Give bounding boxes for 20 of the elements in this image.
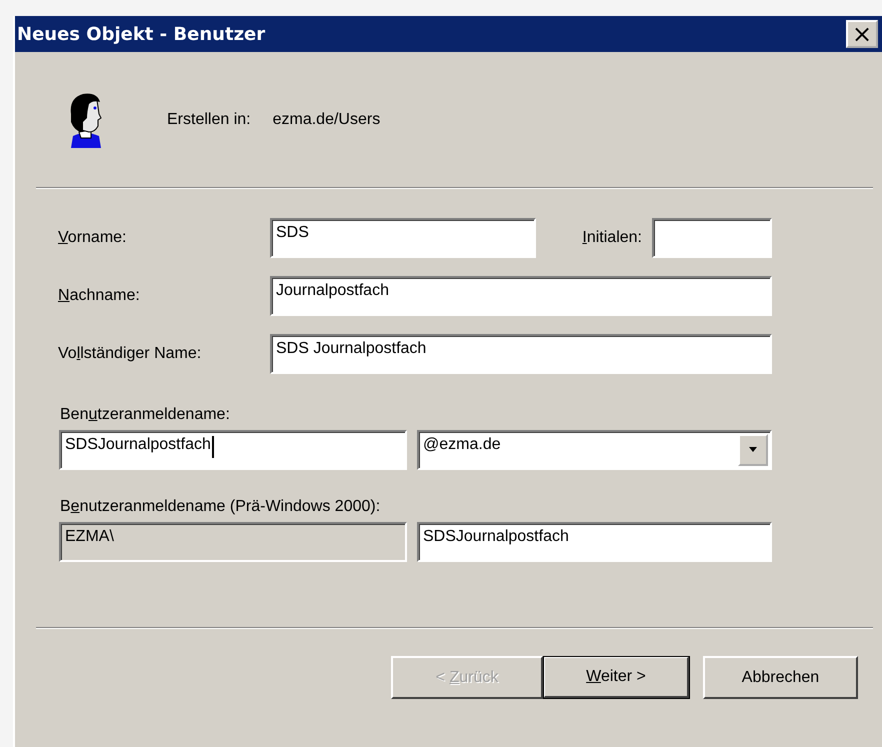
full-name-field[interactable]: SDS Journalpostfach	[270, 334, 772, 374]
wizard-button[interactable]: Abbrechen	[703, 656, 858, 699]
pre-windows-2000-label: Benutzeranmeldename (Prä-Windows 2000):	[60, 498, 382, 516]
initials-label: Initialen:	[582, 229, 642, 247]
initials-field[interactable]	[652, 218, 772, 258]
full-name-label: Vollständiger Name:	[58, 345, 202, 363]
last-name-field[interactable]: Journalpostfach	[270, 276, 772, 316]
create-in-path: ezma.de/Users	[272, 110, 380, 128]
last-name-label: Nachname:	[58, 287, 141, 305]
wizard-button[interactable]: Weiter >	[543, 656, 690, 699]
input-field[interactable]: SDSJournalpostfach	[417, 522, 772, 562]
logon-name-label: Benutzeranmeldename:	[60, 406, 231, 424]
close-button[interactable]: ×	[846, 20, 878, 48]
window-title: Neues Objekt - Benutzer	[17, 24, 266, 44]
first-name-field[interactable]: SDS	[270, 218, 536, 258]
domain-dropdown[interactable]: @ezma.de	[417, 430, 772, 470]
first-name-label: Vorname:	[58, 229, 128, 247]
create-in-label: Erstellen in:	[167, 110, 251, 128]
dropdown-arrow-icon	[748, 447, 758, 453]
logon-name-field[interactable]: SDSJournalpostfach	[59, 430, 407, 470]
